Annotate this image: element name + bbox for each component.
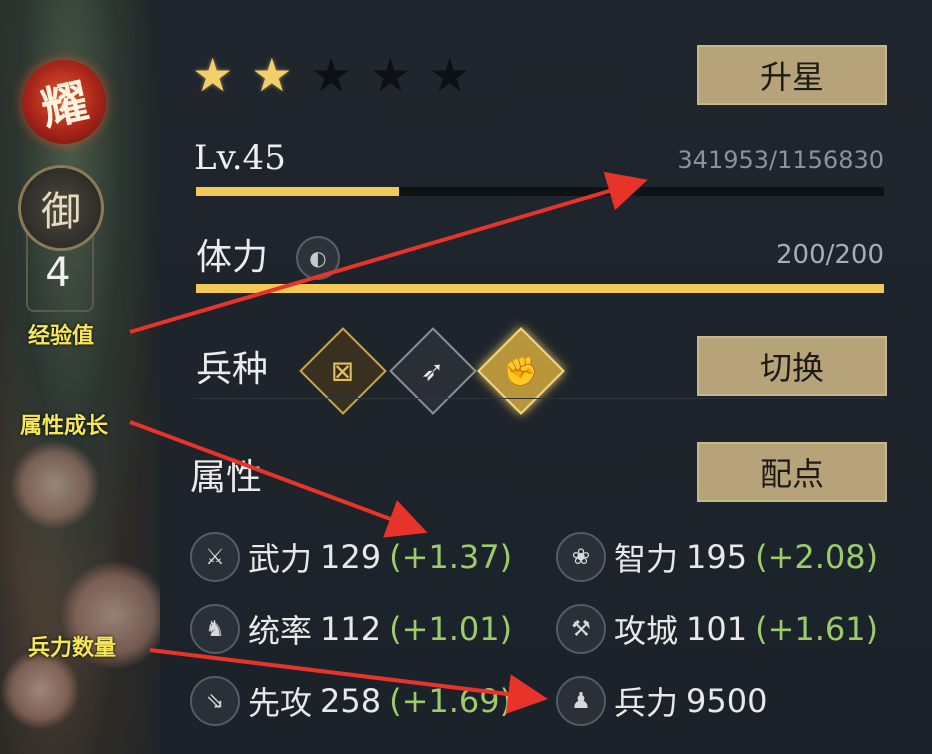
troops-arrow xyxy=(149,648,548,714)
growth-annotation: 属性成长 xyxy=(20,414,109,439)
annotation-arrows xyxy=(129,171,648,714)
troops-annotation: 兵力数量 xyxy=(28,636,117,661)
exp-annotation: 经验值 xyxy=(28,324,95,349)
growth-arrow xyxy=(129,420,428,538)
exp-arrow xyxy=(129,171,648,334)
